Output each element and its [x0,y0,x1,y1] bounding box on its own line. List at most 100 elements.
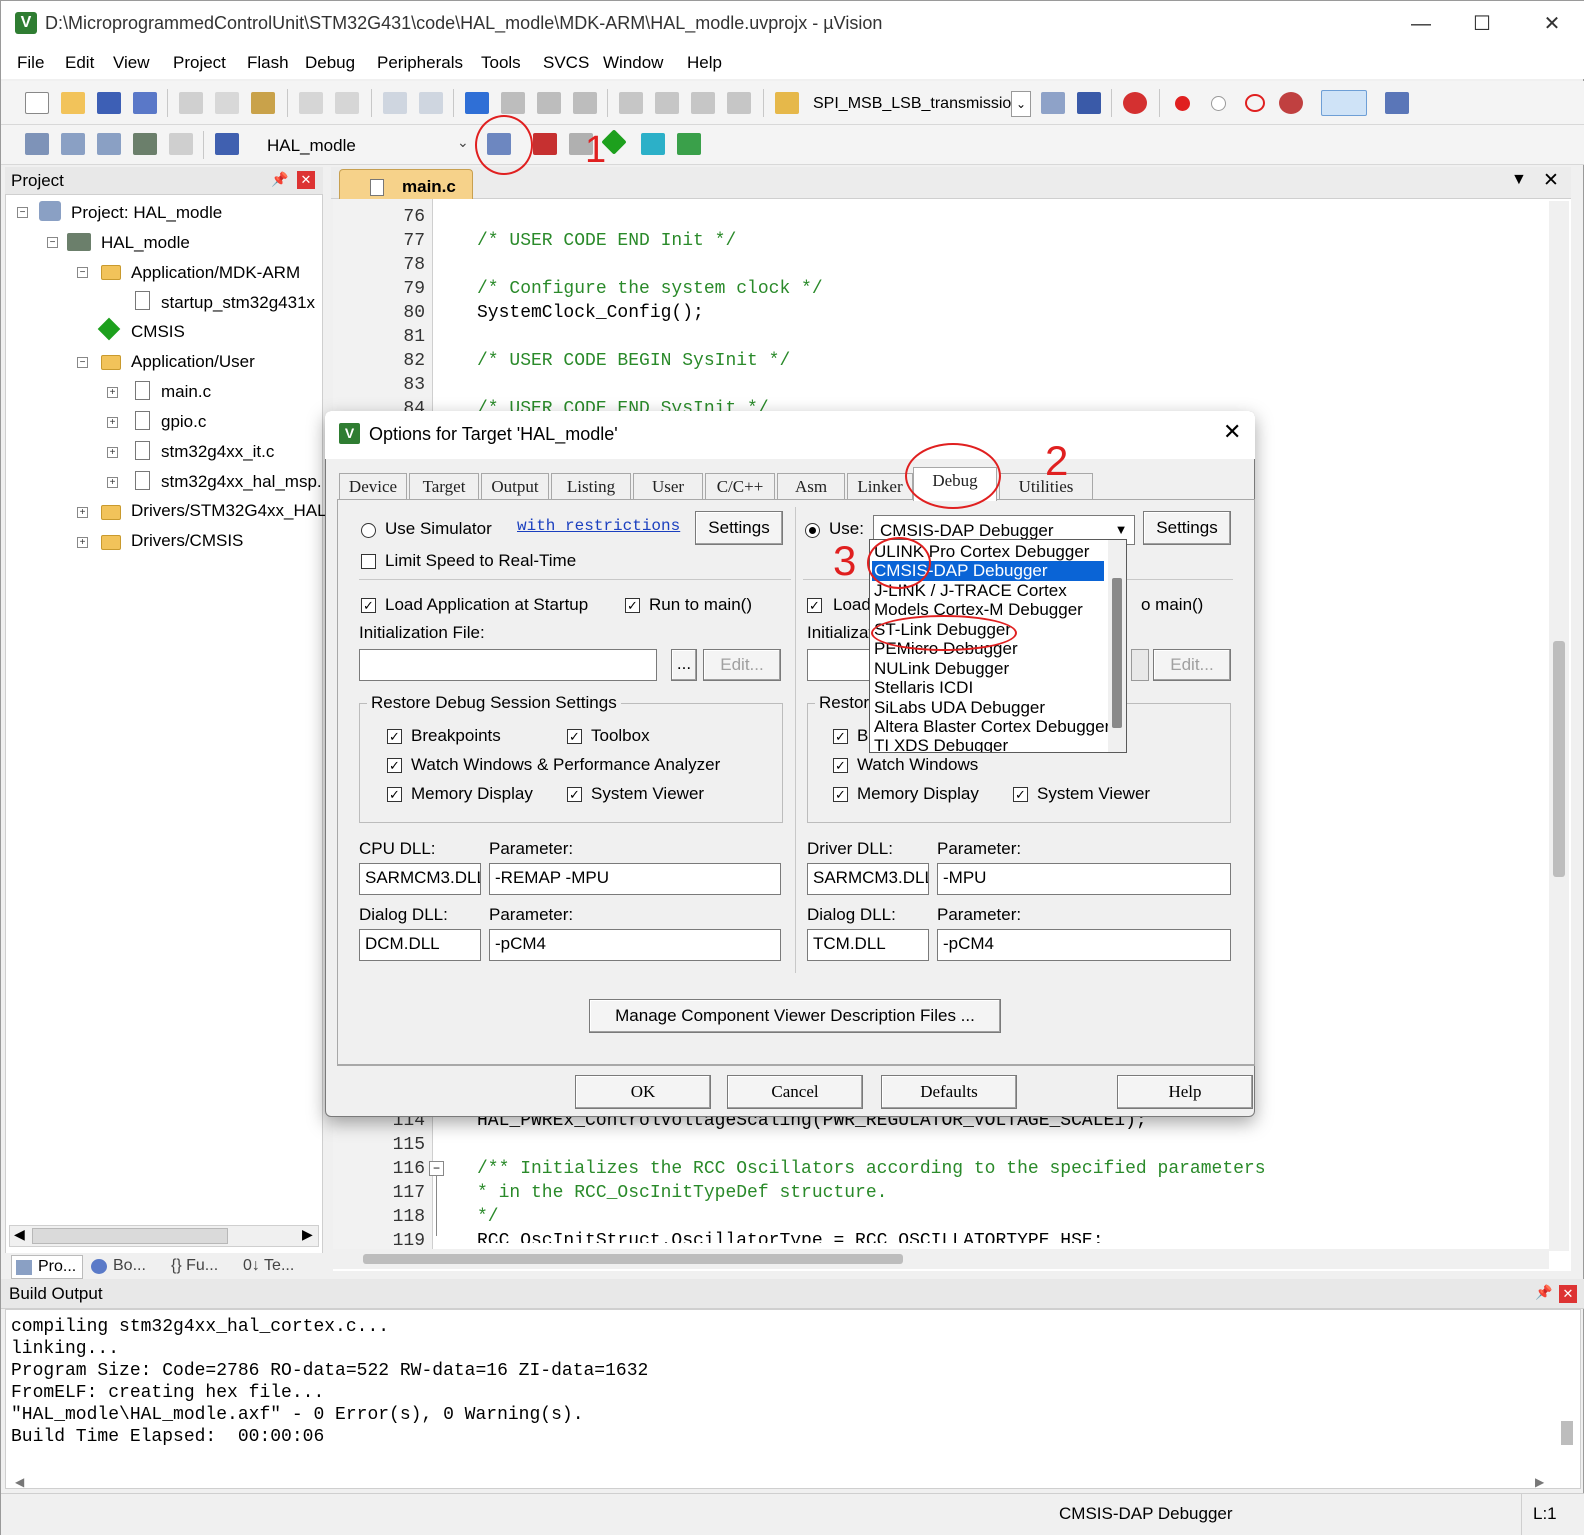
tree-expander-icon[interactable]: − [17,207,28,218]
manage-component-viewer-button[interactable]: Manage Component Viewer Description File… [589,999,1001,1033]
menu-tools[interactable]: Tools [481,53,521,73]
tree-item-file[interactable]: stm32g4xx_hal_msp. [161,472,322,498]
menu-peripherals[interactable]: Peripherals [377,53,463,73]
comment-icon[interactable] [691,92,715,114]
scroll-thumb[interactable] [1112,578,1122,728]
event-recorder-icon[interactable] [677,133,701,155]
toolbox-checkbox[interactable]: ✓ [567,729,582,744]
tree-item-project[interactable]: Project: HAL_modle [71,203,222,229]
kill-breakpoints-icon[interactable] [1279,92,1303,114]
browse-init-file-button[interactable]: ... [671,649,697,681]
tab-list-chevron-down-icon[interactable]: ▼ [1511,171,1527,189]
tree-expander-icon[interactable]: + [77,537,88,548]
next-bookmark-icon[interactable] [537,92,561,114]
stop-build-icon[interactable] [169,133,193,155]
nav-back-icon[interactable] [383,92,407,114]
load-app-right-checkbox[interactable]: ✓ [807,598,822,613]
build-icon[interactable] [61,133,85,155]
find-combo-chevron-down-icon[interactable]: ⌄ [1011,91,1031,117]
translate-icon[interactable] [25,133,49,155]
scroll-left-icon[interactable]: ◀ [14,1226,25,1243]
close-editor-icon[interactable]: ✕ [1543,169,1559,192]
tree-expander-icon[interactable]: − [77,357,88,368]
disable-breakpoints-icon[interactable] [1245,94,1265,112]
incremental-find-icon[interactable] [1077,92,1101,114]
debugger-option[interactable]: NULink Debugger [872,659,1104,679]
manage-project-items-icon[interactable] [533,133,557,155]
enable-breakpoint-icon[interactable] [1211,96,1226,111]
run-to-main-checkbox[interactable]: ✓ [625,598,640,613]
close-window-button[interactable]: ✕ [1537,11,1567,37]
build-scroll-right-icon[interactable]: ▶ [1535,1475,1544,1489]
menu-file[interactable]: File [17,53,44,73]
open-file-icon[interactable] [61,92,85,114]
memory-right-checkbox[interactable]: ✓ [833,787,848,802]
init-file-input[interactable] [359,649,657,681]
debugger-option[interactable]: SiLabs UDA Debugger [872,698,1104,718]
tab-target[interactable]: Target [409,473,479,499]
tree-expander-icon[interactable]: − [77,267,88,278]
tree-item-cmsis[interactable]: CMSIS [131,322,185,348]
fold-toggle-icon[interactable]: − [429,1161,444,1176]
tree-item-group[interactable]: Drivers/STM32G4xx_HAL [131,501,327,527]
tree-expander-icon[interactable]: + [107,417,118,428]
tree-item-file[interactable]: startup_stm32g431x [161,293,315,319]
tree-expander-icon[interactable]: + [77,507,88,518]
tree-expander-icon[interactable]: + [107,447,118,458]
build-scroll-left-icon[interactable]: ◀ [15,1475,24,1489]
close-panel-icon[interactable]: ✕ [297,171,315,189]
system-viewer-right-checkbox[interactable]: ✓ [1013,787,1028,802]
edit-init-right-button[interactable]: Edit... [1153,649,1231,681]
target-select[interactable]: HAL_modle ⌄ [253,131,475,159]
tab-output[interactable]: Output [481,473,549,499]
use-simulator-radio[interactable] [361,523,376,538]
system-viewer-checkbox[interactable]: ✓ [567,787,582,802]
breakpoints-checkbox[interactable]: ✓ [387,729,402,744]
clear-bookmarks-icon[interactable] [573,92,597,114]
tree-expander-icon[interactable]: + [107,387,118,398]
configure-icon[interactable] [1385,92,1409,114]
watch-windows-checkbox[interactable]: ✓ [387,758,402,773]
dialog-dll-right-input[interactable]: TCM.DLL [807,929,929,961]
tab-linker[interactable]: Linker [847,473,913,499]
rebuild-icon[interactable] [97,133,121,155]
limit-speed-checkbox[interactable] [361,554,376,569]
close-panel-icon[interactable]: ✕ [1559,1285,1577,1303]
pack-installer-icon[interactable] [641,133,665,155]
unindent-icon[interactable] [655,92,679,114]
menu-debug[interactable]: Debug [305,53,355,73]
menu-flash[interactable]: Flash [247,53,289,73]
editor-hscrollbar[interactable] [333,1249,1549,1269]
driver-dll-input[interactable]: SARMCM3.DLL [807,863,929,895]
menu-help[interactable]: Help [687,53,722,73]
dialog-param-input[interactable]: -pCM4 [489,929,781,961]
scroll-thumb[interactable] [1553,641,1565,877]
tree-item-group[interactable]: Drivers/CMSIS [131,531,243,557]
undo-icon[interactable] [299,92,323,114]
driver-param-input[interactable]: -MPU [937,863,1231,895]
restrictions-link[interactable]: with restrictions [517,517,680,535]
find-combo[interactable]: SPI_MSB_LSB_transmission [813,95,1020,113]
window-layout-icon[interactable] [1321,90,1367,116]
load-app-checkbox[interactable]: ✓ [361,598,376,613]
cancel-button[interactable]: Cancel [727,1075,863,1109]
menu-project[interactable]: Project [173,53,226,73]
dialog-close-icon[interactable]: ✕ [1223,419,1241,445]
cpu-dll-input[interactable]: SARMCM3.DLL [359,863,481,895]
download-icon[interactable] [215,133,239,155]
tree-item-group[interactable]: Application/User [131,352,255,378]
edit-init-file-button[interactable]: Edit... [703,649,781,681]
insert-breakpoint-icon[interactable] [1175,96,1190,111]
menu-window[interactable]: Window [603,53,663,73]
tab-books[interactable]: Bo... [87,1255,163,1279]
editor-vscrollbar[interactable] [1549,201,1569,1251]
scroll-thumb[interactable] [32,1228,228,1244]
debugger-option[interactable]: Altera Blaster Cortex Debugger [872,717,1110,737]
paste-icon[interactable] [251,92,275,114]
project-hscrollbar[interactable]: ◀ ▶ [9,1225,319,1247]
simulator-settings-button[interactable]: Settings [695,511,783,545]
minimize-button[interactable]: — [1406,11,1436,37]
scroll-right-icon[interactable]: ▶ [302,1226,313,1243]
save-icon[interactable] [97,92,121,114]
scroll-thumb[interactable] [363,1254,903,1264]
